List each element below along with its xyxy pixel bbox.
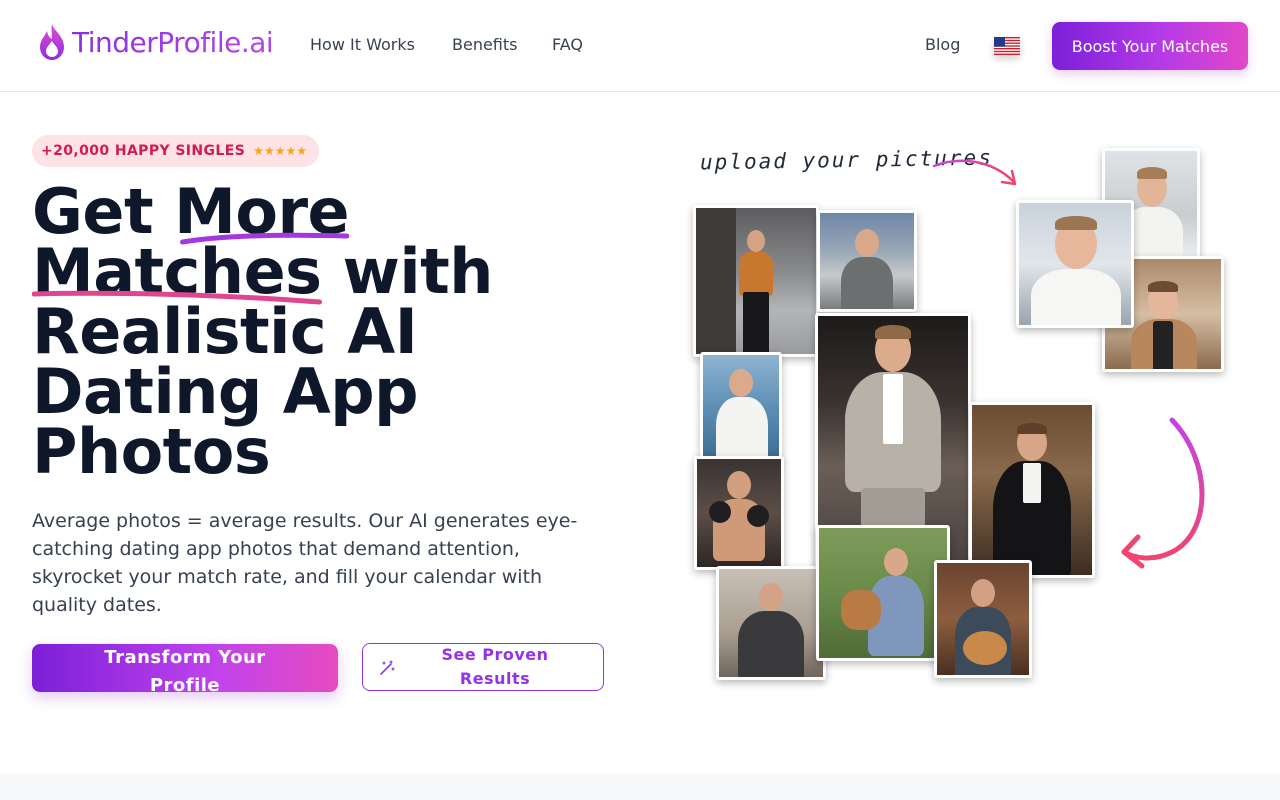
site-header: TinderProfile.ai How It Works Benefits F…	[0, 0, 1280, 92]
social-proof-badge: +20,000 HAPPY SINGLES ★★★★★	[32, 135, 319, 167]
headline-matches-highlight: Matches	[32, 241, 322, 305]
see-results-label: See Proven Results	[441, 645, 549, 688]
nav-faq[interactable]: FAQ	[552, 35, 583, 55]
magic-wand-icon	[380, 660, 395, 675]
generated-photo-street	[693, 205, 819, 357]
transform-profile-label: Transform Your Profile	[104, 647, 266, 696]
flame-icon	[40, 24, 64, 60]
arrow-right-icon	[932, 159, 1017, 186]
next-section-edge	[0, 773, 1280, 800]
headline-line-3: Realistic AI	[32, 295, 418, 368]
headline-more-highlight: More	[174, 181, 350, 245]
upload-photo	[1016, 200, 1134, 328]
badge-text: +20,000 HAPPY SINGLES	[41, 143, 246, 159]
generated-photo-dog	[816, 525, 950, 661]
arrow-curve-back-icon	[1121, 417, 1205, 569]
generated-photo-jet	[716, 566, 826, 680]
headline-line-4: Dating App	[32, 355, 419, 428]
generated-photo-yacht	[700, 352, 782, 462]
underline-stroke	[32, 290, 322, 305]
rating-stars: ★★★★★	[253, 144, 307, 158]
logo-text: TinderProfile.ai	[72, 25, 274, 59]
nav-blog[interactable]: Blog	[925, 35, 960, 55]
hero-headline: Get More Matches with Realistic AI Datin…	[32, 181, 632, 488]
boost-matches-button[interactable]: Boost Your Matches	[1052, 22, 1248, 70]
us-flag-icon[interactable]	[994, 37, 1020, 55]
hero-subtext: Average photos = average results. Our AI…	[32, 510, 578, 616]
generated-photo-helicopter	[817, 210, 917, 312]
generated-photo-tuxedo	[969, 402, 1095, 578]
see-results-button[interactable]: See Proven Results	[362, 643, 604, 691]
nav-how-it-works[interactable]: How It Works	[310, 35, 415, 55]
generated-photo-guitar	[934, 560, 1032, 678]
transform-profile-button[interactable]: Transform Your Profile	[32, 644, 338, 696]
generated-photo-boxing	[694, 456, 784, 570]
logo-link[interactable]: TinderProfile.ai	[38, 22, 274, 62]
headline-line-5: Photos	[32, 415, 271, 488]
nav-benefits[interactable]: Benefits	[452, 35, 518, 55]
